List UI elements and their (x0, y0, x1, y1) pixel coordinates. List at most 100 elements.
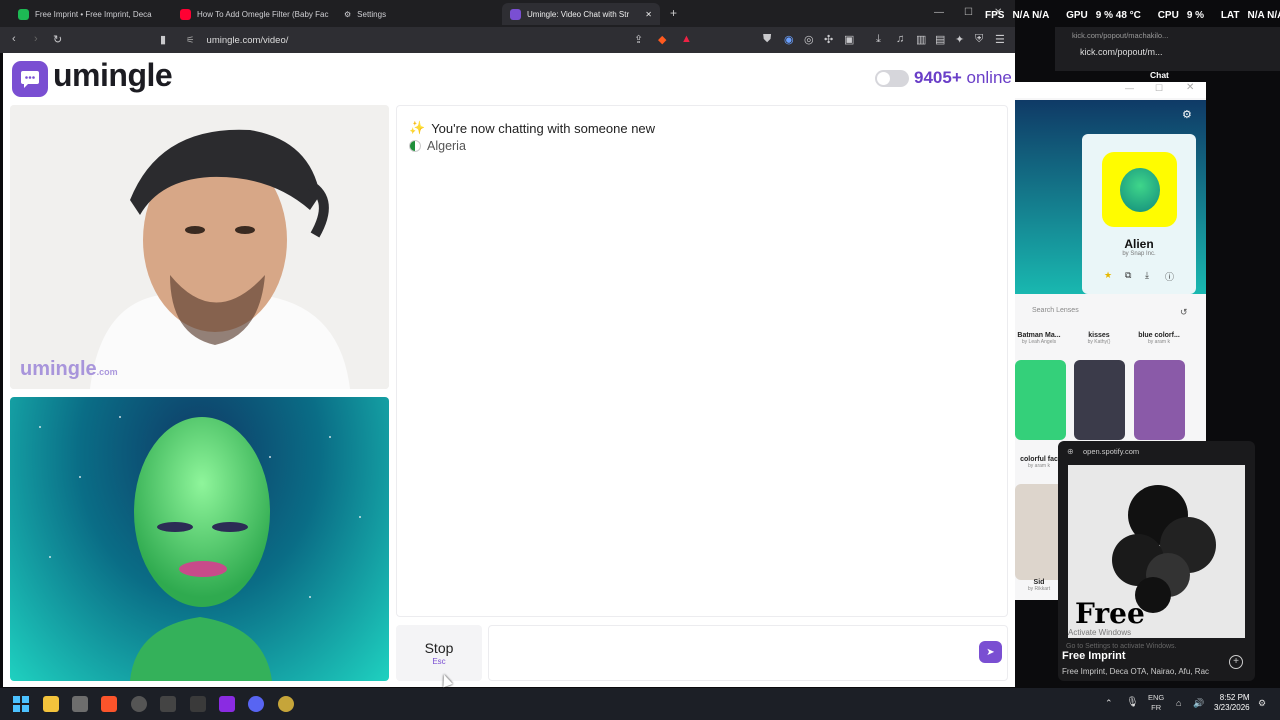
tab-settings[interactable]: ⚙ Settings (336, 3, 456, 25)
lens-item-kisses[interactable]: kisses by Kathy() (1072, 332, 1126, 345)
clock-time: 8:52 PM (1219, 693, 1250, 702)
lens-item-batman[interactable]: Batman Ma... by Leah Angels (1012, 332, 1066, 345)
tab-free-imprint[interactable]: Free Imprint • Free Imprint, Deca (10, 3, 162, 25)
history-icon[interactable]: ↺ (1180, 307, 1188, 318)
extension-icon[interactable]: ◉ (784, 33, 794, 46)
lens-item-name: kisses (1088, 332, 1110, 339)
online-label: online (966, 68, 1012, 87)
new-tab-icon[interactable]: + (670, 6, 677, 20)
cpu-label: CPU (1157, 10, 1179, 21)
info-icon[interactable]: ⓘ (1165, 270, 1174, 283)
snap-close-icon[interactable]: ✕ (1186, 82, 1194, 93)
umingle-logo-icon[interactable] (12, 61, 48, 97)
brave-rewards-icon[interactable]: ▲ (681, 33, 692, 45)
app-icon[interactable] (190, 696, 206, 712)
favorite-star-icon[interactable]: ★ (1104, 270, 1112, 281)
download-lens-icon[interactable]: ⤓ (1145, 270, 1149, 281)
brave-browser-icon[interactable] (101, 696, 117, 712)
network-icon[interactable]: ⌂ (1176, 698, 1181, 708)
stop-button[interactable]: Stop Esc (396, 625, 482, 681)
chat-status-line: ✨ You're now chatting with someone new (409, 120, 655, 136)
menu-icon[interactable]: ☰ (995, 33, 1005, 46)
lens-thumb-green[interactable] (1015, 360, 1066, 440)
puzzle-icon[interactable]: ✣ (824, 33, 833, 46)
self-video (10, 397, 389, 681)
media-icon[interactable]: ▣ (844, 33, 854, 46)
reload-icon[interactable]: ↻ (53, 33, 62, 46)
address-bar[interactable]: ⚟ umingle.com/video/ (186, 30, 686, 50)
music-icon[interactable]: ♫ (896, 33, 904, 45)
performance-overlay: FPS N/A N/A GPU 9 % 48 °C CPU 9 % LAT N/A N/… (985, 10, 1280, 21)
gpu-label: GPU (1066, 10, 1088, 21)
eye-extension-icon[interactable]: ◎ (804, 33, 814, 46)
site-settings-icon[interactable]: ⚟ (186, 35, 195, 46)
tab-umingle[interactable]: Umingle: Video Chat with Str ✕ (502, 3, 660, 25)
snap-minimize-icon[interactable]: — (1125, 83, 1134, 93)
minimize-icon[interactable]: — (934, 7, 944, 18)
obs-icon[interactable] (131, 696, 147, 712)
maximize-icon[interactable]: ☐ (964, 7, 973, 18)
stranger-video-frame (10, 105, 389, 389)
microphone-icon[interactable]: 🎙 (1126, 697, 1139, 708)
lens-name: Alien (1124, 237, 1154, 251)
activate-windows-title: Activate Windows (1068, 628, 1132, 637)
store-icon[interactable] (72, 696, 88, 712)
kick-chat-label: Chat (1150, 70, 1169, 80)
clock-date: 3/23/2026 (1214, 703, 1250, 712)
spotify-url: open.spotify.com (1083, 447, 1140, 456)
sidebar-icon[interactable]: ▥ (916, 33, 926, 46)
youtube-icon (180, 8, 191, 20)
lens-thumb-mask[interactable] (1074, 360, 1125, 440)
album-art-text: Free (1075, 597, 1145, 630)
vpn-icon[interactable]: ⛨ (975, 33, 983, 46)
lens-item-blue[interactable]: blue colorf... by aram k (1132, 332, 1186, 345)
wallet-icon[interactable]: ▤ (935, 33, 945, 46)
theme-toggle[interactable] (875, 70, 909, 87)
discord-icon[interactable] (248, 696, 264, 712)
windows-start-icon[interactable] (13, 696, 29, 712)
steam-icon[interactable] (160, 696, 176, 712)
message-input[interactable] (488, 625, 1008, 681)
nzxt-icon[interactable] (219, 696, 235, 712)
watermark-suffix: .com (96, 367, 118, 377)
input-language[interactable]: ENG FR (1148, 693, 1164, 713)
umingle-watermark: umingle.com (20, 358, 118, 381)
track-title[interactable]: Free Imprint (1062, 650, 1126, 662)
snap-camera-icon[interactable] (278, 696, 294, 712)
notification-icon[interactable]: ⚙ (1258, 698, 1266, 709)
system-clock[interactable]: 8:52 PM 3/23/2026 (1214, 693, 1250, 713)
file-explorer-icon[interactable] (43, 696, 59, 712)
bookmark-icon[interactable]: ▮ (160, 33, 166, 46)
umingle-logo-text[interactable]: umingle (53, 57, 173, 94)
share-icon[interactable]: ⇪ (634, 33, 643, 46)
forward-icon[interactable]: › (34, 33, 38, 45)
language-code: ENG (1148, 693, 1165, 702)
tray-chevron-icon[interactable]: ⌃ (1105, 698, 1113, 709)
browser-tab-bar: Free Imprint • Free Imprint, Deca How To… (0, 0, 1015, 27)
lens-item-author: by Leah Angels (1021, 339, 1057, 345)
tab-label: Umingle: Video Chat with Str (527, 9, 630, 19)
add-to-library-icon[interactable]: + (1229, 655, 1243, 669)
lens-thumb-purple[interactable] (1134, 360, 1185, 440)
download-icon[interactable]: ⤓ (876, 33, 881, 46)
snap-settings-icon[interactable]: ⚙ (1182, 108, 1192, 121)
copy-icon[interactable]: ⧉ (1125, 270, 1131, 281)
send-button[interactable]: ➤ (979, 641, 1002, 663)
spotify-icon (18, 8, 29, 20)
alien-avatar-icon (1119, 167, 1160, 212)
lens-item-name: blue colorf... (1138, 332, 1180, 339)
online-counter: 9405+ online (914, 68, 1012, 88)
fps-value: N/A N/A (1012, 10, 1050, 21)
lens-item-author: by Kathy() (1087, 339, 1111, 345)
shield-extension-icon[interactable]: ⛊ (763, 33, 771, 46)
leo-ai-icon[interactable]: ✦ (955, 33, 964, 46)
tab-label: Free Imprint • Free Imprint, Deca (35, 9, 152, 19)
lens-search-input[interactable]: Search Lenses (1022, 307, 1172, 320)
brave-shields-icon[interactable]: ◆ (658, 33, 666, 46)
back-icon[interactable]: ‹ (12, 33, 16, 45)
close-tab-icon[interactable]: ✕ (645, 10, 652, 19)
tab-omegle-filter[interactable]: How To Add Omegle Filter (Baby Fac (172, 3, 330, 25)
volume-icon[interactable]: 🔊 (1193, 698, 1204, 709)
umingle-favicon-icon (510, 8, 521, 20)
snap-maximize-icon[interactable]: ☐ (1155, 83, 1163, 94)
